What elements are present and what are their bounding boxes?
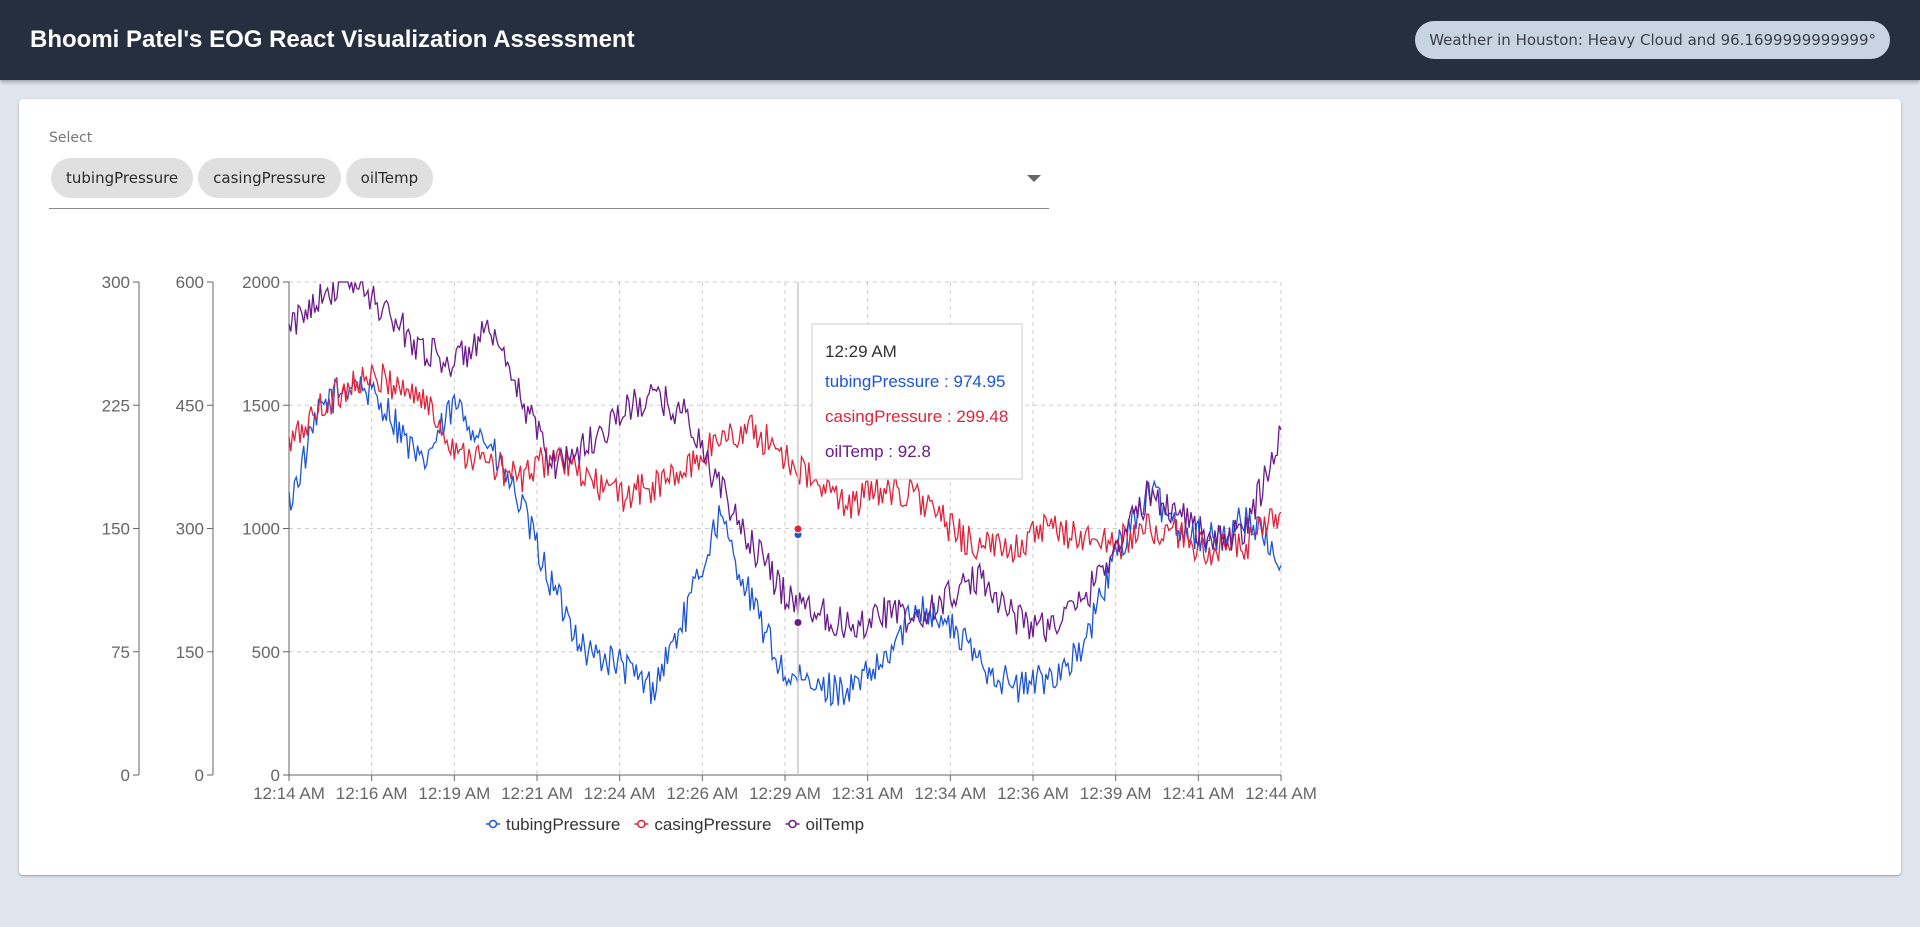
y-tick-label: 2000 [242,273,280,292]
x-tick-label: 12:41 AM [1162,784,1234,803]
tooltip-casing-pressure: casingPressure : 299.48 [825,407,1008,426]
legend-label-casingPressure: casingPressure [654,815,771,834]
tooltip-time: 12:29 AM [825,342,897,361]
x-tick-label: 12:39 AM [1080,784,1152,803]
y-tick-label: 300 [102,273,130,292]
y-tick-label: 500 [252,643,280,662]
y-tick-label: 225 [102,396,130,415]
metrics-line-chart: 12:14 AM 12:16 AM 12:19 AM 12:21 AM 12:24 AM… [102,273,1317,834]
app-title: Bhoomi Patel's EOG React Visualization A… [30,26,635,53]
legend-marker-casingPressure [637,819,646,829]
y-tick-label: 0 [195,766,204,785]
y-tick-label: 75 [111,643,130,662]
x-tick-label: 12:21 AM [501,784,573,803]
y-tick-label: 0 [271,766,280,785]
weather-chip: Weather in Houston: Heavy Cloud and 96.1… [1415,21,1890,59]
hover-dot-oilTemp [793,617,803,627]
x-tick-label: 12:36 AM [997,784,1069,803]
chart-tooltip: 12:29 AM tubingPressure : 974.95 casingP… [811,323,1023,480]
y-tick-label: 150 [176,643,204,662]
y-tick-label: 1000 [242,520,280,539]
tooltip-oil-temp: oilTemp : 92.8 [825,442,931,461]
legend-marker-tubingPressure [488,819,498,829]
tooltip-tubing-pressure: tubingPressure : 974.95 [825,372,1006,391]
y-tick-label: 450 [176,396,204,415]
y-tick-label: 300 [176,520,204,539]
hover-dot-casingPressure [793,524,803,534]
y-tick-label: 1500 [242,396,280,415]
x-tick-label: 12:31 AM [832,784,904,803]
y-tick-label: 600 [176,273,204,292]
x-tick-label: 12:14 AM [253,784,325,803]
legend-label-tubingPressure: tubingPressure [506,815,620,834]
x-tick-label: 12:16 AM [336,784,408,803]
chart-legend: tubingPressure casingPressure oilTemp [486,815,864,834]
x-tick-label: 12:26 AM [666,784,738,803]
x-tick-label: 12:29 AM [749,784,821,803]
x-tick-label: 12:44 AM [1245,784,1317,803]
x-tick-label: 12:19 AM [418,784,490,803]
y-tick-label: 150 [102,520,130,539]
dashboard-card: Select tubingPressure casingPressure oil… [19,99,1901,875]
legend-marker-oilTemp [788,819,797,829]
x-tick-label: 12:24 AM [584,784,656,803]
chart-axes: 12:14 AM 12:16 AM 12:19 AM 12:21 AM 12:24 AM… [102,273,1317,803]
legend-label-oilTemp: oilTemp [806,815,865,834]
x-tick-label: 12:34 AM [914,784,986,803]
series-line-casingPressure [288,363,1282,566]
y-tick-label: 0 [121,766,130,785]
app-bar: Bhoomi Patel's EOG React Visualization A… [0,0,1920,80]
